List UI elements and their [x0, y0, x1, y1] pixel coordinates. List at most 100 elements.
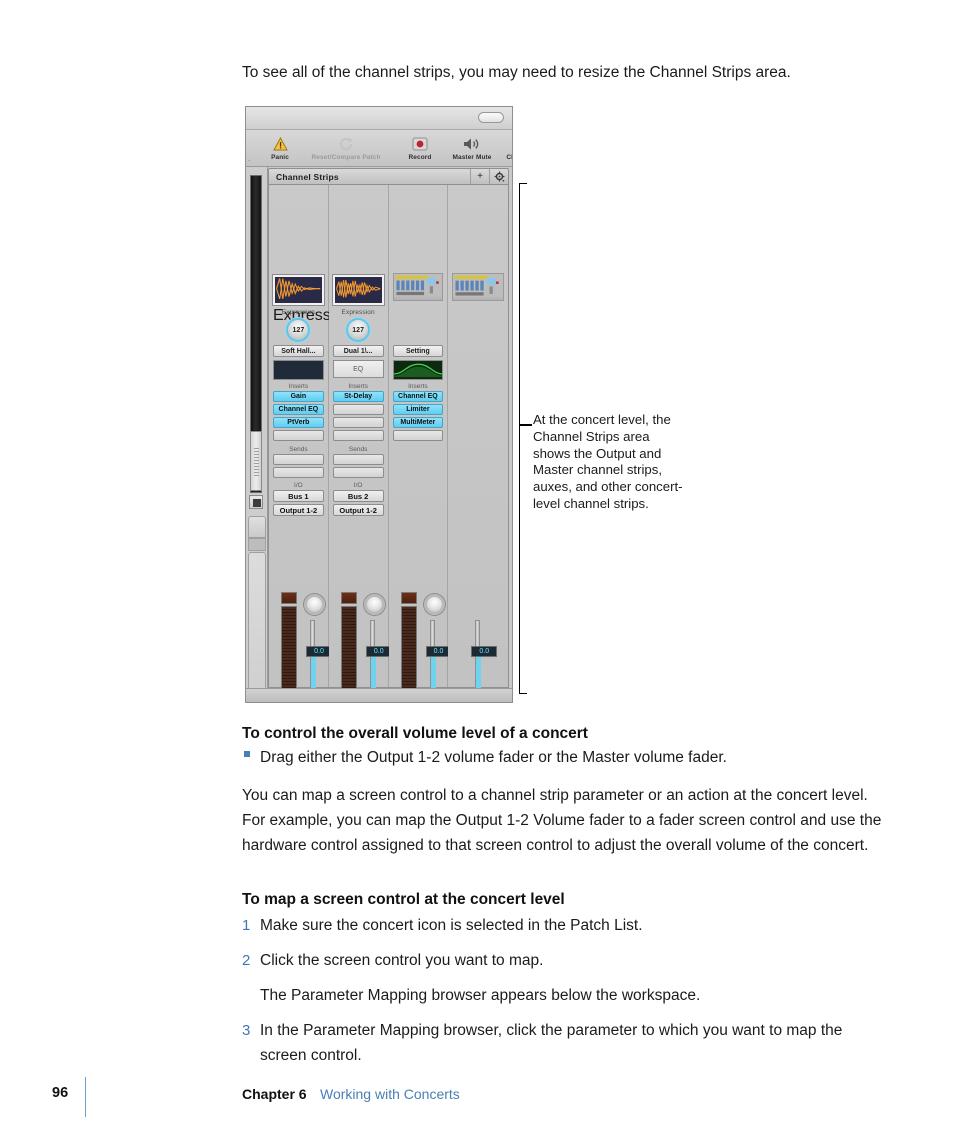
callout-leader-line	[519, 424, 532, 426]
fader-area: 0.0 M S 0.4 ms Output 1-2	[389, 592, 452, 702]
insert-slot[interactable]: Gain	[273, 391, 324, 402]
step-number: 3	[242, 1022, 251, 1039]
reset-compare-icon	[296, 135, 396, 153]
setting-button-label: Dual 1\...	[332, 345, 384, 357]
channel-strip-delay-aux-2[interactable]: Expression 127 Dual 1\... EQ Inserts St-…	[328, 185, 392, 702]
send-slot[interactable]	[332, 467, 384, 478]
input-slot[interactable]: Bus 2	[332, 490, 384, 502]
rail-box-mid[interactable]	[248, 538, 266, 551]
sends-label: Sends	[289, 446, 308, 453]
callout-bracket	[519, 183, 527, 694]
insert-slot[interactable]	[332, 417, 384, 428]
insert-slot[interactable]	[332, 430, 384, 441]
section-heading-1: To control the overall volume level of a…	[242, 725, 588, 742]
sends-label: Sends	[348, 446, 368, 453]
toolbar-button-reset-compare-patch[interactable]: Reset/Compare Patch	[296, 135, 396, 161]
plugin-thumbnail[interactable]	[331, 274, 385, 306]
send-slot[interactable]	[273, 467, 324, 478]
channel-strip-output-1-2[interactable]: Setting Inserts Channel EQ Limiter Multi…	[388, 185, 452, 702]
channel-strips-panel-header: Channel Strips +	[268, 168, 509, 185]
footer-divider	[85, 1077, 86, 1117]
pan-knob[interactable]	[304, 594, 325, 615]
app-toolbar: - a Panic Reset/Compare Patch Record	[246, 130, 512, 179]
plugin-thumbnail[interactable]	[392, 273, 444, 301]
insert-slot[interactable]	[392, 430, 444, 441]
toolbar-button-record[interactable]: Record	[398, 135, 442, 161]
bullet-text: Drag either the Output 1-2 volume fader …	[260, 749, 727, 766]
inserts-label: Inserts	[288, 383, 309, 390]
waveform-plugin-icon	[331, 274, 385, 306]
add-channel-strip-button[interactable]: +	[470, 169, 489, 184]
rail-scroll-thumb[interactable]	[250, 431, 262, 491]
plugin-display[interactable]	[273, 360, 324, 380]
toolbar-label-channel-strips: Channel Strips	[506, 154, 512, 161]
callout-text: At the concert level, the Channel Strips…	[533, 412, 683, 511]
meter-peak	[400, 592, 417, 604]
insert-slot[interactable]: Channel EQ	[392, 391, 444, 402]
step-item: 3 In the Parameter Mapping browser, clic…	[242, 1018, 892, 1068]
knob-value: 127	[286, 318, 311, 342]
step-text: The Parameter Mapping browser appears be…	[260, 987, 701, 1004]
step-number: 1	[242, 917, 251, 934]
plugin-thumbnail[interactable]	[272, 274, 325, 306]
inserts-slots: Gain Channel EQ PtVerb	[273, 391, 324, 443]
plugin-thumbnail[interactable]	[452, 273, 504, 301]
insert-slot[interactable]: PtVerb	[273, 417, 324, 428]
send-slot[interactable]	[273, 454, 324, 465]
rail-box-top[interactable]	[248, 516, 266, 538]
io-label: I/O	[353, 482, 363, 489]
bullet-marker	[242, 745, 260, 770]
rail-square-button[interactable]	[249, 495, 263, 509]
eq-display[interactable]	[392, 360, 444, 380]
waveform-plugin-icon	[272, 274, 325, 306]
step-text: In the Parameter Mapping browser, click …	[260, 1022, 843, 1064]
insert-slot[interactable]: St-Delay	[332, 391, 384, 402]
step-note: The Parameter Mapping browser appears be…	[242, 983, 892, 1008]
output-slot[interactable]: Output 1-2	[273, 504, 324, 516]
toolbar-button-channel-strips[interactable]: Channel Strips	[498, 135, 512, 161]
pan-knob[interactable]	[363, 594, 385, 615]
setting-button[interactable]: Setting	[392, 345, 444, 357]
speaker-icon	[440, 135, 504, 153]
step-item: 1 Make sure the concert icon is selected…	[242, 913, 892, 938]
application-screenshot: - a Panic Reset/Compare Patch Record	[245, 106, 513, 703]
channel-strip-reverb-aux-1[interactable]: Expression Expression 127 Soft Hall... I…	[269, 185, 352, 702]
inserts-label: Inserts	[408, 383, 428, 390]
plugin-display[interactable]: EQ	[332, 360, 384, 378]
meter-peak	[281, 592, 297, 604]
output-slot[interactable]: Output 1-2	[332, 504, 384, 516]
setting-button[interactable]: Soft Hall...	[273, 345, 324, 357]
send-slot[interactable]	[332, 454, 384, 465]
insert-slot[interactable]: MultiMeter	[392, 417, 444, 428]
toolbar-label-master-mute: Master Mute	[452, 154, 492, 161]
knob-caption: Expression	[281, 309, 315, 316]
fader-area: 0.0 M S 0.0 ms Reverb Aux 1	[269, 592, 332, 702]
sends-slots	[273, 454, 324, 480]
mixer-plugin-icon	[392, 273, 444, 301]
expression-knob[interactable]: 127	[333, 318, 384, 342]
insert-slot[interactable]: Limiter	[392, 404, 444, 415]
setting-button-label: Setting	[392, 345, 444, 357]
channel-strip-master[interactable]: 0.0 M Master	[448, 185, 508, 702]
setting-button[interactable]: Dual 1\...	[332, 345, 384, 357]
insert-slot[interactable]: Channel EQ	[273, 404, 324, 415]
insert-slot[interactable]	[273, 430, 324, 441]
toolbar-toggle-pill[interactable]	[478, 112, 504, 123]
knob-value: 127	[346, 318, 371, 342]
toolbar-button-master-mute[interactable]: Master Mute	[440, 135, 504, 161]
input-slot[interactable]: Bus 1	[273, 490, 324, 502]
toolbar-label-record: Record	[408, 154, 432, 161]
left-rail	[246, 167, 268, 702]
rail-box-bottom[interactable]	[248, 552, 266, 702]
channel-strips-container: Expression Expression 127 Soft Hall... I…	[268, 185, 509, 702]
page-number: 96	[52, 1085, 69, 1101]
step-text: Click the screen control you want to map…	[260, 952, 544, 969]
window-bottom-bar	[246, 688, 512, 702]
insert-slot[interactable]	[332, 404, 384, 415]
gear-icon[interactable]	[489, 169, 508, 184]
meter-peak	[340, 592, 357, 604]
pan-knob[interactable]	[423, 594, 445, 615]
expression-knob[interactable]: 127	[273, 318, 324, 342]
knob-caption: Expression	[341, 309, 375, 316]
eq-display-label: EQ	[332, 360, 384, 378]
